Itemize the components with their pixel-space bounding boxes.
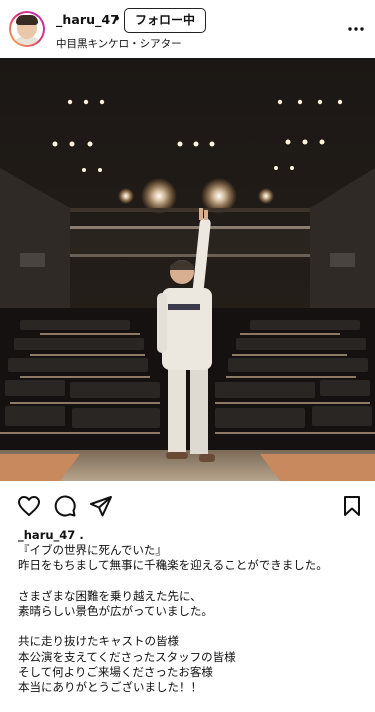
caption-line: さまざまな困難を乗り越えた先に、 (18, 588, 202, 603)
caption-line: 本公演を支えてくださったスタッフの皆様 (18, 649, 236, 664)
separator-dot: • (113, 12, 121, 26)
following-button[interactable]: フォロー中 (124, 8, 206, 33)
post-header: _haru_47 • フォロー中 中目黒キンケロ・シアター (0, 0, 375, 58)
caption-line: 『イブの世界に死んでいた』 (18, 543, 167, 558)
post-location[interactable]: 中目黒キンケロ・シアター (56, 36, 182, 51)
comment-icon[interactable] (53, 494, 77, 518)
action-bar (0, 494, 375, 520)
caption-line: 共に走り抜けたキャストの皆様 (18, 634, 179, 649)
more-horizontal-icon[interactable] (347, 20, 365, 38)
bookmark-icon[interactable] (340, 494, 364, 518)
post-photo[interactable] (0, 58, 375, 481)
post-caption: _haru_47 . 『イブの世界に死んでいた』 昨日をもちまして無事に千穐楽を… (18, 528, 368, 695)
post-username[interactable]: _haru_47 (56, 12, 119, 27)
caption-line: 素晴らしい景色が広がっていました。 (18, 604, 213, 618)
story-ring[interactable] (9, 11, 45, 47)
theater-stage-photo (0, 58, 375, 481)
send-icon[interactable] (89, 494, 113, 518)
avatar[interactable] (11, 13, 43, 45)
caption-username[interactable]: _haru_47 . (18, 528, 368, 543)
caption-line: 昨日をもちまして無事に千穐楽を迎えることができました。 (18, 558, 328, 573)
caption-line: 本当にありがとうございました！！ (18, 680, 202, 694)
caption-line: そして何よりご来場くださったお客様 (18, 664, 213, 679)
heart-icon[interactable] (17, 494, 41, 518)
